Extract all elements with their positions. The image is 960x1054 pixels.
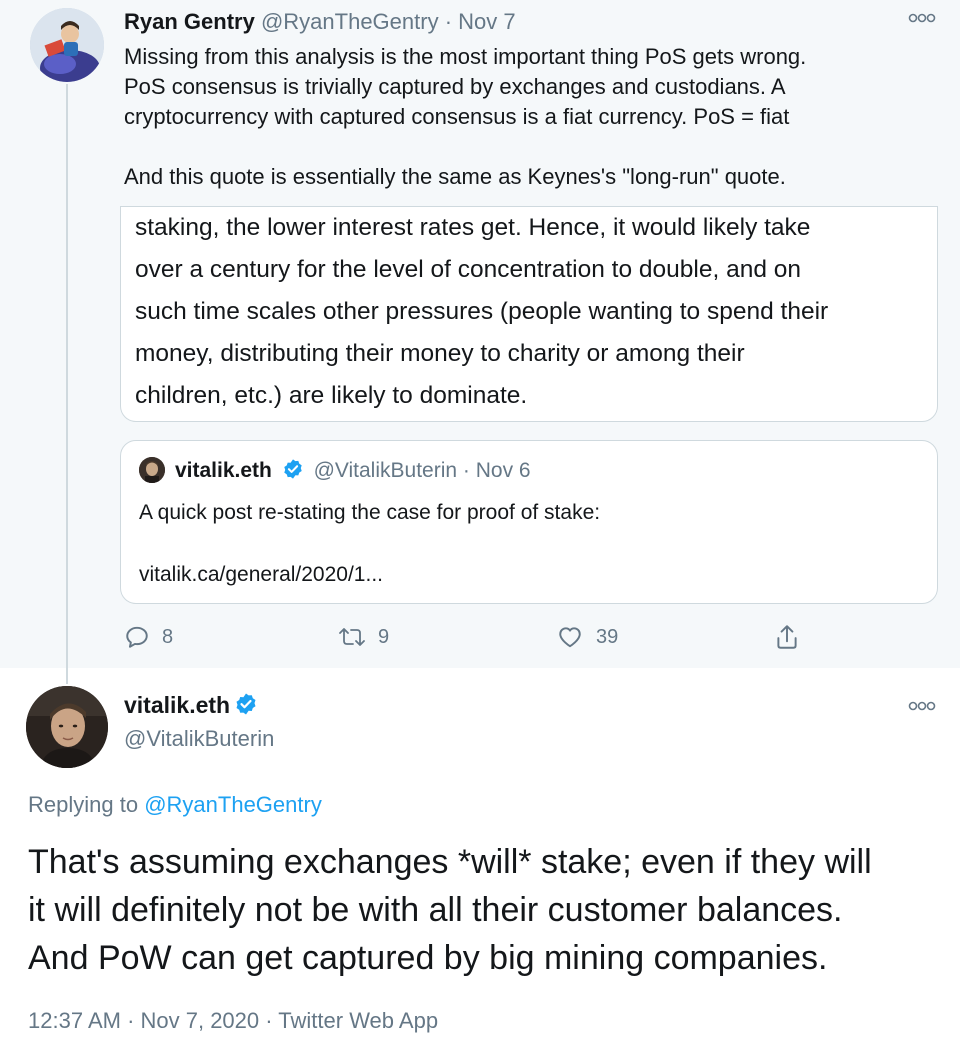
parent-tweet-header: Ryan Gentry @RyanTheGentry · Nov 7: [124, 8, 516, 36]
vitalik-avatar[interactable]: [26, 686, 108, 768]
parent-tweet[interactable]: Ryan Gentry @RyanTheGentry · Nov 7 Missi…: [0, 0, 960, 684]
more-icon[interactable]: [908, 12, 936, 24]
share-icon: [777, 625, 797, 649]
parent-text-line: Missing from this analysis is the most i…: [124, 44, 807, 69]
tweet-timestamp[interactable]: 12:37 AM · Nov 7, 2020 · Twitter Web App: [28, 1006, 438, 1036]
parent-author-name[interactable]: Ryan Gentry: [124, 9, 255, 34]
quoted-tweet-link[interactable]: vitalik.ca/general/2020/1...: [139, 561, 383, 589]
parent-date[interactable]: Nov 7: [458, 9, 515, 34]
quoted-image-line: money, distributing their money to chari…: [135, 340, 745, 367]
main-tweet-text-line: And PoW can get captured by big mining c…: [28, 939, 828, 977]
replying-prefix: Replying to: [28, 792, 139, 817]
like-icon: [559, 627, 581, 648]
retweet-count: 9: [378, 625, 390, 648]
more-icon[interactable]: [908, 700, 936, 712]
reply-button[interactable]: 8: [124, 622, 173, 652]
quoted-author-handle: @VitalikButerin: [313, 459, 458, 482]
quoted-image-line: over a century for the level of concentr…: [135, 256, 802, 283]
parent-text-line: cryptocurrency with captured consensus i…: [124, 104, 790, 129]
ryan-gentry-avatar[interactable]: [30, 8, 104, 82]
replying-to: Replying to @RyanTheGentry: [28, 790, 322, 820]
main-author-name[interactable]: vitalik.eth: [124, 690, 262, 720]
replying-handle-link[interactable]: @RyanTheGentry: [144, 792, 322, 817]
quoted-image-line: such time scales other pressures (people…: [135, 298, 829, 325]
quoted-image-line: children, etc.) are likely to dominate.: [135, 382, 528, 409]
parent-separator: ·: [444, 9, 453, 34]
retweet-button[interactable]: 9: [338, 622, 389, 652]
verified-badge-icon: [236, 693, 256, 715]
quoted-separator: ·: [462, 459, 470, 482]
like-button[interactable]: 39: [556, 622, 618, 652]
quoted-tweet-header: vitalik.eth @VitalikButerin · Nov 6: [175, 457, 531, 485]
main-tweet-text-line: That's assuming exchanges *will* stake; …: [28, 843, 872, 881]
parent-author-handle[interactable]: @RyanTheGentry: [261, 9, 439, 34]
verified-badge-icon: [284, 459, 302, 479]
quoted-image[interactable]: staking, the lower interest rates get. H…: [120, 206, 938, 422]
share-button[interactable]: [774, 622, 800, 652]
main-author-name-text[interactable]: vitalik.eth: [124, 692, 230, 718]
retweet-icon: [339, 628, 365, 646]
quoted-tweet-text: A quick post re-stating the case for pro…: [139, 501, 601, 524]
main-author-handle[interactable]: @VitalikButerin: [124, 724, 274, 754]
thread-connector-line: [66, 84, 68, 684]
quoted-image-line: staking, the lower interest rates get. H…: [135, 214, 811, 241]
like-count: 39: [596, 625, 619, 648]
main-tweet-text-line: it will definitely not be with all their…: [28, 891, 843, 929]
quoted-tweet[interactable]: vitalik.eth @VitalikButerin · Nov 6 A qu…: [120, 440, 938, 604]
quoted-author-name: vitalik.eth: [175, 459, 272, 482]
parent-text-line: PoS consensus is trivially captured by e…: [124, 74, 786, 99]
parent-text-line: And this quote is essentially the same a…: [124, 164, 786, 189]
reply-icon: [126, 626, 148, 648]
reply-count: 8: [162, 625, 174, 648]
quoted-author-avatar: [139, 457, 165, 483]
quoted-date: Nov 6: [475, 459, 531, 482]
